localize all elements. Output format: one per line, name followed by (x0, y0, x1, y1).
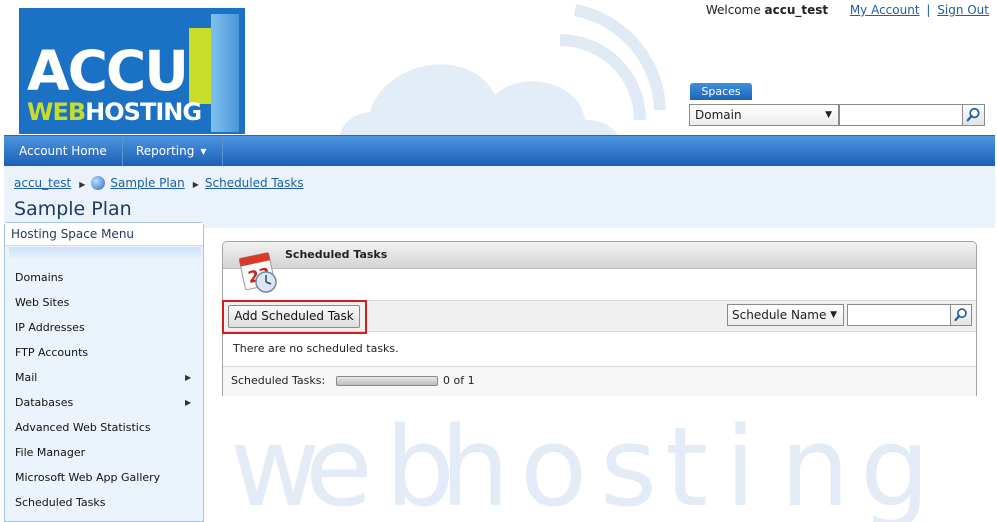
filter-field-value: Schedule Name (732, 308, 827, 322)
logo-text-hosting: HOSTING (85, 98, 202, 126)
panel-header: Scheduled Tasks (223, 242, 976, 269)
breadcrumb: accu_test ▶ Sample Plan ▶ Scheduled Tasks (14, 176, 304, 190)
globe-icon (91, 176, 106, 190)
sidebar-item-advanced-web-statistics[interactable]: Advanced Web Statistics (15, 421, 151, 434)
main-nav: Account Home Reporting ▼ (4, 135, 995, 167)
sidebar-item-scheduled-tasks[interactable]: Scheduled Tasks (15, 496, 106, 509)
logo-building-green (189, 28, 211, 104)
wm-letter: e (305, 403, 373, 522)
sidebar-item-mail[interactable]: Mail (15, 371, 37, 384)
logo-text-webhosting: WEBHOSTING (27, 98, 202, 126)
nav-account-home[interactable]: Account Home (4, 136, 123, 167)
breadcrumb-scheduled-tasks[interactable]: Scheduled Tasks (205, 176, 304, 190)
sidebar-item-databases[interactable]: Databases (15, 396, 73, 409)
link-separator: | (926, 3, 931, 17)
hosting-space-menu: Hosting Space Menu Domains Web Sites IP … (4, 222, 204, 522)
spaces-type-select[interactable]: Domain ▼ (689, 104, 839, 126)
search-icon (954, 308, 967, 322)
nav-reporting-label: Reporting (136, 144, 195, 158)
empty-message: There are no scheduled tasks. (233, 342, 399, 355)
sidebar-band (9, 247, 201, 259)
nav-reporting[interactable]: Reporting ▼ (121, 136, 223, 167)
page-title: Sample Plan (14, 198, 132, 220)
sidebar-item-file-manager[interactable]: File Manager (15, 446, 85, 459)
wm-letter: n (780, 403, 850, 522)
sidebar-item-domains[interactable]: Domains (15, 271, 63, 284)
logo-text-accu: ACCU (27, 39, 189, 103)
sidebar-item-ftp-accounts[interactable]: FTP Accounts (15, 346, 88, 359)
my-account-link[interactable]: My Account (850, 3, 920, 17)
sidebar-item-web-app-gallery[interactable]: Microsoft Web App Gallery (15, 471, 160, 484)
welcome-text: Welcome (705, 3, 765, 17)
sign-out-link[interactable]: Sign Out (937, 3, 989, 17)
chevron-down-icon: ▼ (825, 110, 832, 120)
wm-letter: o (520, 403, 587, 522)
chevron-down-icon: ▼ (200, 147, 207, 156)
welcome-bar: Welcome accu_test My Account | Sign Out (706, 3, 989, 17)
wm-letter: w (230, 403, 320, 522)
chevron-right-icon: ▶ (192, 180, 199, 189)
username: accu_test (764, 3, 829, 17)
spaces-search-input[interactable] (839, 104, 963, 126)
logo-building-blue (211, 14, 239, 132)
sidebar-item-ip-addresses[interactable]: IP Addresses (15, 321, 85, 334)
accuwebhosting-logo[interactable]: ACCU WEBHOSTING (19, 8, 245, 134)
chevron-right-icon: ▶ (185, 373, 192, 382)
filter-search-input[interactable] (847, 304, 951, 326)
wm-letter: i (725, 403, 756, 522)
wm-letter: t (665, 403, 708, 522)
sidebar-item-web-sites[interactable]: Web Sites (15, 296, 69, 309)
task-progress-bar (336, 376, 438, 386)
filter-search-button[interactable] (950, 304, 972, 326)
task-count-value: 0 of 1 (443, 374, 475, 387)
watermark-tagline: w e b h o s t i n g (230, 403, 930, 522)
wm-letter: g (860, 403, 930, 522)
chevron-down-icon: ▼ (830, 310, 837, 320)
filter-field-select[interactable]: Schedule Name ▼ (727, 304, 844, 326)
wm-letter: s (600, 403, 657, 522)
calendar-clock-icon: 23 (238, 252, 277, 293)
task-count-label: Scheduled Tasks: (231, 374, 326, 387)
panel-title: Scheduled Tasks (285, 248, 388, 261)
spaces-type-value: Domain (695, 108, 742, 122)
add-scheduled-task-button[interactable]: Add Scheduled Task (228, 305, 360, 328)
spaces-search-button[interactable] (962, 104, 985, 126)
chevron-right-icon: ▶ (79, 180, 86, 189)
wm-letter: b (385, 403, 455, 522)
logo-text-web: WEB (27, 98, 86, 126)
chevron-right-icon: ▶ (185, 398, 192, 407)
breadcrumb-plan[interactable]: Sample Plan (110, 176, 184, 190)
spaces-tab: Spaces (690, 83, 752, 100)
nav-account-home-label: Account Home (19, 144, 107, 158)
wm-letter: h (440, 403, 510, 522)
search-icon (966, 107, 980, 122)
breadcrumb-user[interactable]: accu_test (14, 176, 71, 190)
sidebar-header: Hosting Space Menu (5, 223, 203, 246)
